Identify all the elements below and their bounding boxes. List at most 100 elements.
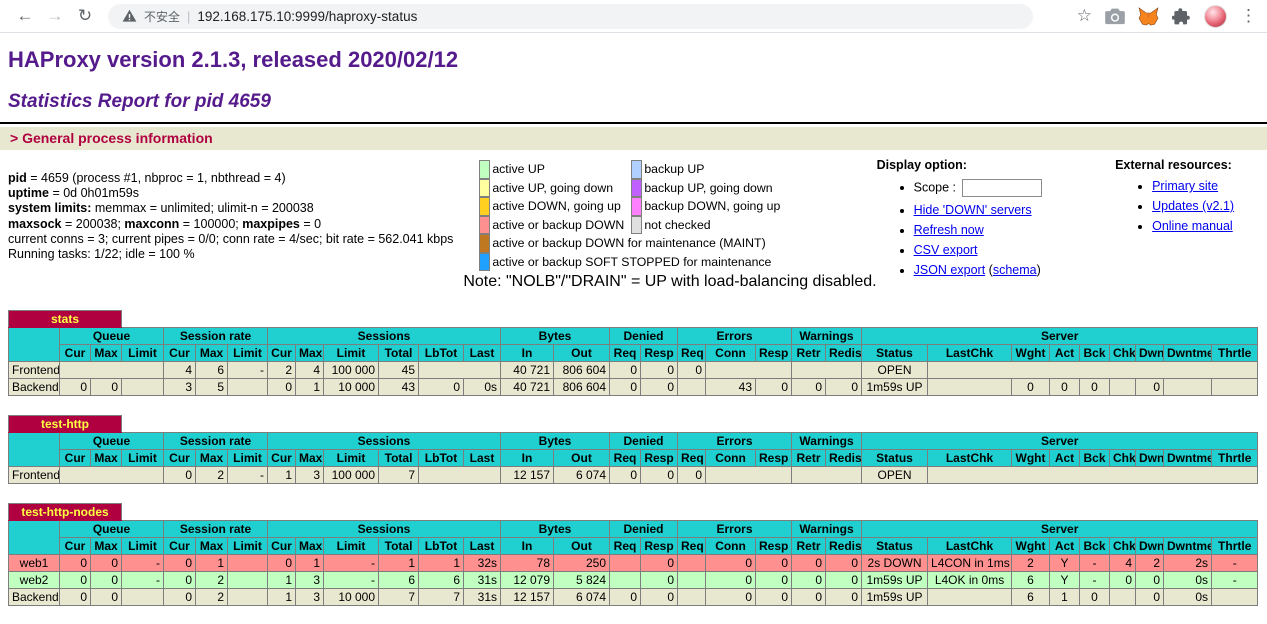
cell: 0: [164, 555, 196, 572]
column-header: Limit: [228, 450, 268, 467]
column-header: Wght: [1012, 538, 1050, 555]
display-option-title: Display option:: [877, 158, 1069, 172]
extensions-puzzle-icon[interactable]: [1172, 7, 1191, 26]
cell: web1: [9, 555, 60, 572]
profile-avatar[interactable]: [1204, 5, 1227, 28]
column-header: Act: [1050, 345, 1080, 362]
column-header: Thrtle: [1212, 345, 1258, 362]
cell: 31s: [464, 572, 501, 589]
cell: -: [228, 362, 268, 379]
page-title-link[interactable]: HAProxy version 2.1.3, released 2020/02/…: [8, 47, 1259, 73]
cell: [678, 572, 706, 589]
column-header: Limit: [228, 345, 268, 362]
external-resource-link[interactable]: Primary site: [1152, 179, 1218, 193]
column-group-errors: Errors: [678, 521, 792, 538]
cell: 4: [296, 362, 324, 379]
reload-icon[interactable]: ↻: [70, 1, 100, 31]
cell-value-tooltip: 4: [1125, 556, 1132, 572]
display-option-link[interactable]: Refresh now: [914, 223, 984, 237]
cell: 0: [792, 589, 826, 606]
page-subtitle-link[interactable]: Statistics Report for pid 4659: [8, 91, 1259, 113]
proxy-name: test-http-nodes: [9, 504, 122, 521]
process-info-key: system limits:: [8, 201, 91, 215]
column-header: Limit: [324, 538, 379, 555]
legend-swatch: [631, 197, 642, 216]
column-header: Req: [678, 450, 706, 467]
legend-swatch: [479, 216, 490, 235]
cell: 0: [678, 467, 706, 484]
display-option-list: Scope : Hide 'DOWN' serversRefresh nowCS…: [877, 179, 1069, 277]
cell: 0: [706, 589, 756, 606]
cell: 0: [826, 572, 862, 589]
camera-extension-icon[interactable]: [1105, 7, 1125, 25]
cell: [122, 589, 164, 606]
legend-row: active DOWN, going up backup DOWN, going …: [479, 197, 871, 216]
column-header: In: [501, 450, 554, 467]
column-group-sessions: Sessions: [268, 433, 501, 450]
url-text[interactable]: 192.168.175.10:9999/haproxy-status: [197, 9, 417, 24]
external-resource-link[interactable]: Online manual: [1152, 219, 1233, 233]
cell: 45: [379, 362, 419, 379]
json-export-link[interactable]: JSON export: [914, 263, 986, 277]
proxy-name-link[interactable]: stats: [51, 312, 79, 326]
cell: 0: [641, 362, 678, 379]
cell: 0: [1110, 572, 1136, 589]
forward-icon[interactable]: →: [40, 1, 70, 31]
column-header: Dwntme: [1164, 450, 1212, 467]
cell: 250: [554, 555, 610, 572]
cell: 0: [164, 589, 196, 606]
proxy-title-spacer: [122, 416, 1258, 433]
column-header: Chk: [1110, 538, 1136, 555]
column-header: Limit: [228, 538, 268, 555]
cell-value-tooltip: 1: [285, 573, 292, 589]
display-option-item-json: JSON export (schema): [914, 263, 1069, 277]
column-header: Chk: [1110, 450, 1136, 467]
legend-item: backup DOWN, going up: [631, 197, 780, 216]
proxy-name-link[interactable]: test-http-nodes: [21, 505, 108, 519]
column-header: Last: [464, 450, 501, 467]
security-label[interactable]: 不安全: [144, 8, 180, 25]
cell-value-tooltip: L4OK in 0ms: [935, 573, 1004, 589]
cell: 0: [610, 362, 641, 379]
address-bar[interactable]: 不安全 | 192.168.175.10:9999/haproxy-status: [108, 4, 1033, 29]
column-header: Cur: [164, 450, 196, 467]
cell: [1212, 589, 1258, 606]
column-header-row: CurMaxLimitCurMaxLimitCurMaxLimitTotalLb…: [9, 345, 1258, 362]
column-header: Total: [379, 345, 419, 362]
column-header: Act: [1050, 450, 1080, 467]
column-header: Cur: [268, 538, 296, 555]
column-group-warnings: Warnings: [792, 521, 862, 538]
table-row-frontend: Frontend46-24100 0004540 721806 604000OP…: [9, 362, 1258, 379]
external-resource-link[interactable]: Updates (v2.1): [1152, 199, 1234, 213]
cell: 2: [268, 362, 296, 379]
column-header: Cur: [60, 538, 91, 555]
cell: 2s: [1164, 555, 1212, 572]
cell: 0: [164, 572, 196, 589]
cell: 0: [419, 379, 464, 396]
scope-input[interactable]: [962, 179, 1042, 197]
metamask-fox-icon[interactable]: [1138, 7, 1159, 26]
cell: -: [1080, 555, 1110, 572]
cell: 100 000: [324, 362, 379, 379]
back-icon[interactable]: ←: [10, 1, 40, 31]
cell: 12 157: [501, 467, 554, 484]
display-option-link[interactable]: Hide 'DOWN' servers: [914, 203, 1032, 217]
display-option-link[interactable]: CSV export: [914, 243, 978, 257]
column-header: Max: [296, 345, 324, 362]
proxy-title-row: test-http: [9, 416, 1258, 433]
external-resource-item: Updates (v2.1): [1152, 199, 1259, 213]
chrome-menu-icon[interactable]: ⋮: [1240, 5, 1257, 27]
cell: 0: [792, 379, 826, 396]
proxy-name-link[interactable]: test-http: [41, 417, 89, 431]
schema-link[interactable]: schema: [993, 263, 1037, 277]
external-resource-item: Primary site: [1152, 179, 1259, 193]
proxy-table-test-http-nodes: test-http-nodesQueueSession rateSessions…: [8, 503, 1258, 606]
column-header: Resp: [641, 538, 678, 555]
column-group-errors: Errors: [678, 433, 792, 450]
bookmark-star-icon[interactable]: ☆: [1077, 5, 1092, 27]
column-header: Limit: [324, 345, 379, 362]
legend-label: active DOWN, going up: [492, 199, 621, 213]
cell: OPEN: [862, 467, 928, 484]
display-option: Display option: Scope : Hide 'DOWN' serv…: [877, 158, 1069, 291]
column-group-session-rate: Session rate: [164, 433, 268, 450]
